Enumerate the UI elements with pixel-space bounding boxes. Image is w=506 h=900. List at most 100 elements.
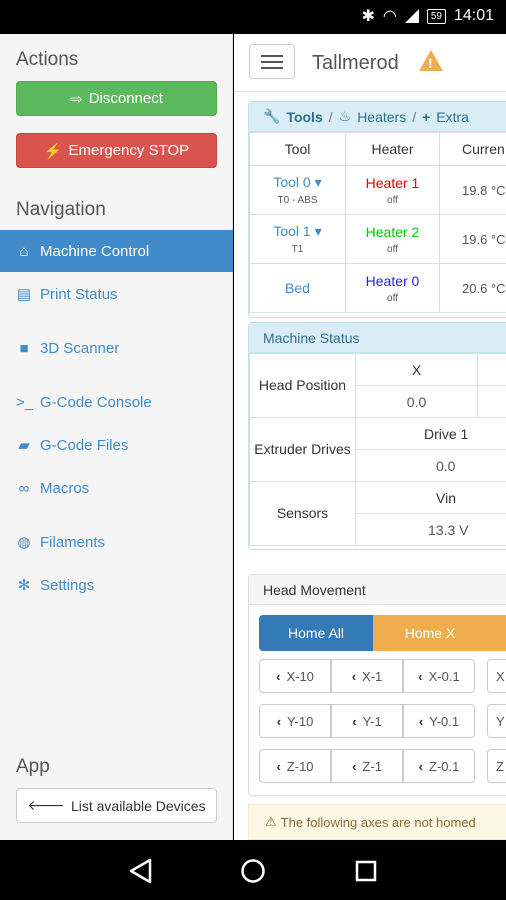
signal-icon [404,9,419,23]
nav-item-macros[interactable]: ∞ Macros [0,467,233,509]
emergency-stop-button[interactable]: ⚡ Emergency STOP [16,133,217,168]
current-temp: 19.8 °C [439,165,506,215]
home-x-button[interactable]: Home X [373,615,487,651]
move-x-plus-button[interactable]: X [487,659,506,693]
move-z-minus-0-1-button[interactable]: ‹ Z-0.1 [403,749,475,783]
disconnect-label: Disconnect [88,90,163,107]
gear-icon: ✻ [17,577,31,594]
current-temp: 19.6 °C [439,214,506,264]
tab-extra[interactable]: Extra [436,109,469,125]
move-z-minus-10-button[interactable]: ‹ Z-10 [259,749,331,783]
tool-cell[interactable]: Bed [249,263,346,313]
home-y-button[interactable] [487,615,506,651]
chevron-left-icon: ‹ [351,668,357,684]
column-header: Heater [345,132,440,166]
move-label: X-1 [362,668,383,684]
disconnect-button[interactable]: ⇨ Disconnect [16,81,217,116]
heater-cell[interactable]: Heater 2 off [345,214,440,264]
tools-panel: 🔧 Tools / ♨ Heaters / + Extra Tool Heate… [248,101,506,318]
head-movement-panel: Head Movement Home All Home X ‹ X-10 ‹ X-1… [248,574,506,796]
storage-icon: ▰ [18,437,30,454]
nav-item-gcode-console[interactable]: >_ G-Code Console [0,381,233,423]
home-button-group: Home All Home X [259,615,506,651]
move-label: Y [496,713,505,729]
move-x-minus-10-button[interactable]: ‹ X-10 [259,659,331,693]
heater-cell[interactable]: Heater 0 off [345,263,440,313]
warning-icon[interactable]: ! [419,50,443,71]
machine-status-title: Machine Status [249,323,506,353]
move-label: Z-10 [286,758,314,774]
nav-item-settings[interactable]: ✻ Settings [0,564,233,606]
printer-icon: ▤ [16,286,32,303]
table-row: Bed Heater 0 off 20.6 °C [249,263,506,313]
move-z-minus-1-button[interactable]: ‹ Z-1 [331,749,403,783]
move-label: Y-1 [362,713,382,729]
chevron-left-icon: ‹ [418,758,423,774]
chevron-left-icon: ‹ [352,758,357,774]
sensors-label: Sensors [249,481,356,546]
heater-label: Heater 0 [365,272,420,289]
menu-icon-bar [261,60,283,63]
menu-button[interactable] [249,44,295,79]
nav-item-3d-scanner[interactable]: ■ 3D Scanner [0,327,233,369]
current-temp: 20.6 °C [439,263,506,313]
home-circle-icon[interactable] [240,858,266,884]
move-z-plus-button[interactable]: Z [487,749,506,783]
nav-label: G-Code Files [40,436,129,454]
tool-cell[interactable]: Tool 1 ▾ T1 [249,214,346,264]
wrench-icon: 🔧 [263,108,281,124]
nav-item-filaments[interactable]: ◍ Filaments [0,521,233,563]
tool-label: Tool 1 [273,223,311,239]
home-icon: ⌂ [19,242,29,260]
x-move-row: ‹ X-10 ‹ X-1 ‹ X-0.1 X [259,659,506,693]
heater-label: Heater 2 [365,223,420,240]
chevron-left-icon: ‹ [352,713,357,729]
recents-icon[interactable] [353,858,379,884]
axis-x-label: X [355,353,478,386]
machine-status-panel: Machine Status Head Position X 0.0 Extru… [248,322,506,550]
nav-label: 3D Scanner [40,339,120,357]
tool-label: Tool 0 [273,174,311,190]
tool-label: Bed [285,280,310,296]
nav-item-machine-control[interactable]: ⌂ Machine Control [0,230,233,272]
nav-item-print-status[interactable]: ▤ Print Status [0,273,233,315]
nav-label: Filaments [40,533,106,551]
heater-state: off [387,194,398,206]
move-y-minus-10-button[interactable]: ‹ Y-10 [259,704,331,738]
extruder-drives-label: Extruder Drives [249,417,356,482]
table-row: Tool 1 ▾ T1 Heater 2 off 19.6 °C [249,214,506,264]
back-icon[interactable] [128,858,154,884]
list-devices-button[interactable]: 🡐 List available Devices [16,788,217,823]
move-label: X-0.1 [428,668,460,684]
home-all-button[interactable]: Home All [259,615,373,651]
menu-icon-bar [261,54,283,57]
clock: 14:01 [453,7,494,24]
caret-down-icon: ▾ [310,174,322,190]
table-header-row: Tool Heater Curren [249,132,506,166]
vin-value: 13.3 V [355,513,506,546]
emergency-stop-label: Emergency STOP [68,142,190,159]
y-move-row: ‹ Y-10 ‹ Y-1 ‹ Y-0.1 Y [259,704,506,738]
move-y-plus-button[interactable]: Y [487,704,506,738]
heater-label: Heater 1 [365,174,420,191]
list-devices-label: List available Devices [70,797,206,814]
axis-cell [477,385,506,418]
nav-item-gcode-files[interactable]: ▰ G-Code Files [0,424,233,466]
tab-tools[interactable]: Tools [286,109,322,125]
move-y-minus-0-1-button[interactable]: ‹ Y-0.1 [403,704,475,738]
nav-label: Settings [40,576,95,594]
move-label: Z-1 [362,758,382,774]
chevron-left-icon: ‹ [418,668,423,684]
battery-indicator: 59 [426,8,446,24]
tab-separator: / [412,108,417,125]
warning-icon: ⚠ [265,814,277,829]
move-y-minus-1-button[interactable]: ‹ Y-1 [331,704,403,738]
tab-heaters[interactable]: Heaters [357,109,406,125]
link-icon: ∞ [18,479,30,497]
heater-cell[interactable]: Heater 1 off [345,165,440,215]
drive-label: Drive 1 [355,417,506,450]
table-row: Tool 0 ▾ T0 - ABS Heater 1 off 19.8 °C [249,165,506,215]
tool-cell[interactable]: Tool 0 ▾ T0 - ABS [249,165,346,215]
move-x-minus-0-1-button[interactable]: ‹ X-0.1 [403,659,475,693]
move-x-minus-1-button[interactable]: ‹ X-1 [331,659,403,693]
